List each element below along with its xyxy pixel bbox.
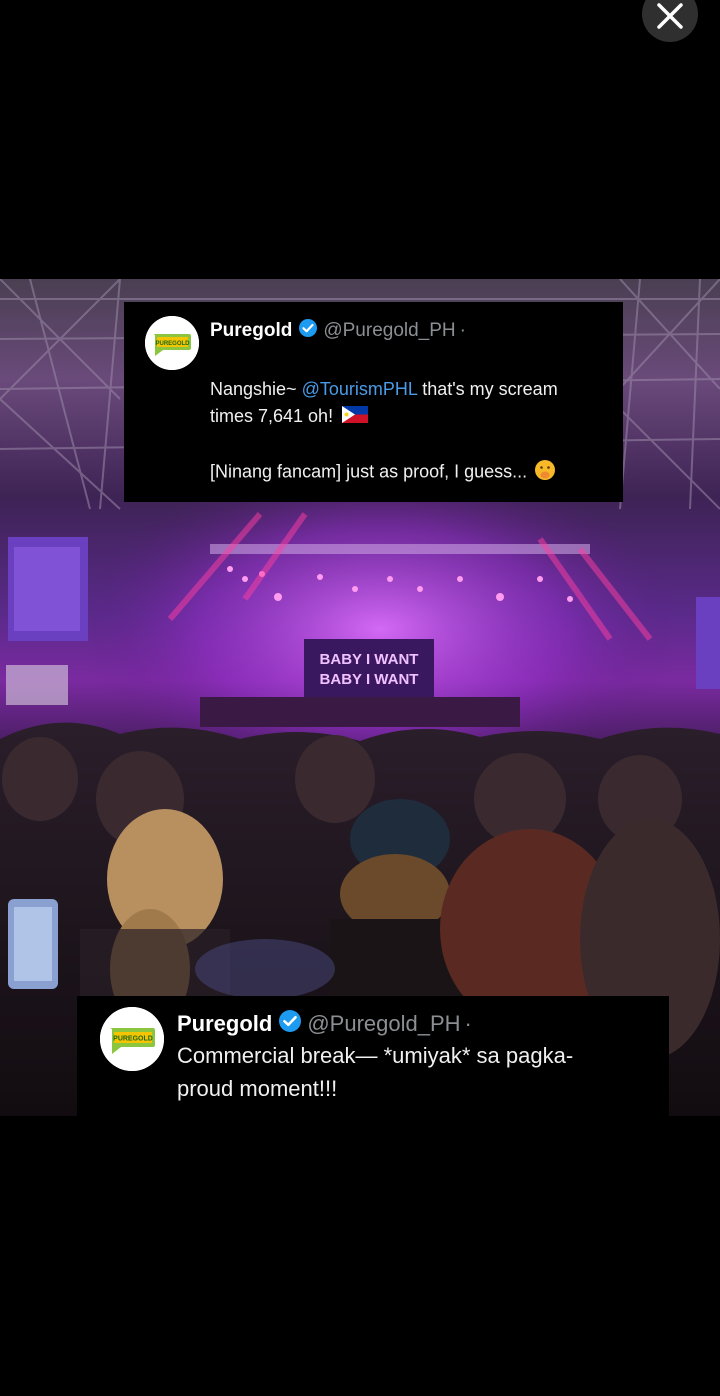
tweet-text-line: times 7,641 oh!	[210, 406, 369, 428]
tweet-card-top: PUREGOLD Puregold @Puregold_PH · Nangshi…	[124, 302, 623, 502]
verified-badge-icon	[298, 318, 318, 344]
verified-badge-icon	[278, 1009, 302, 1039]
author-name[interactable]: Puregold	[210, 320, 292, 342]
svg-text:PUREGOLD: PUREGOLD	[113, 1036, 153, 1043]
puregold-logo-icon: PUREGOLD	[100, 1007, 164, 1071]
shushing-face-emoji-icon	[534, 459, 556, 486]
separator-dot: ·	[464, 1011, 472, 1036]
tweet-header-bottom: Puregold @Puregold_PH ·	[177, 1009, 472, 1039]
author-handle[interactable]: @Puregold_PH	[323, 320, 455, 342]
tweet-text: times 7,641 oh!	[210, 406, 334, 426]
puregold-avatar[interactable]: PUREGOLD	[145, 316, 199, 370]
stage-screen-text-2: BABY I WANT	[320, 671, 419, 688]
close-icon	[657, 3, 683, 29]
tweet-text: [Ninang fancam] just as proof, I guess..…	[210, 461, 528, 482]
svg-text:PUREGOLD: PUREGOLD	[155, 341, 190, 347]
tweet-header-top: Puregold @Puregold_PH ·	[210, 318, 466, 344]
tweet-text-line: [Ninang fancam] just as proof, I guess..…	[210, 459, 556, 486]
tweet-text-line: Nangshie~ @TourismPHL that's my scream	[210, 379, 558, 400]
philippines-flag-icon	[342, 406, 369, 428]
tweet-text-line: Commercial break— *umiyak* sa pagka-	[177, 1043, 574, 1068]
author-handle[interactable]: @Puregold_PH	[307, 1011, 460, 1037]
author-name[interactable]: Puregold	[177, 1011, 272, 1037]
close-button[interactable]	[642, 0, 698, 42]
tweet-text-line: proud moment!!!	[177, 1076, 338, 1101]
separator-dot: ·	[459, 320, 466, 341]
puregold-logo-icon: PUREGOLD	[145, 316, 199, 370]
stage-screen-text-1: BABY I WANT	[320, 651, 419, 668]
tweet-card-bottom: PUREGOLD Puregold @Puregold_PH · Commerc…	[77, 996, 669, 1116]
tweet-text: that's my scream	[417, 379, 558, 399]
mention-link[interactable]: @TourismPHL	[302, 379, 418, 399]
puregold-avatar[interactable]: PUREGOLD	[100, 1007, 164, 1071]
tweet-text: Nangshie~	[210, 379, 302, 399]
